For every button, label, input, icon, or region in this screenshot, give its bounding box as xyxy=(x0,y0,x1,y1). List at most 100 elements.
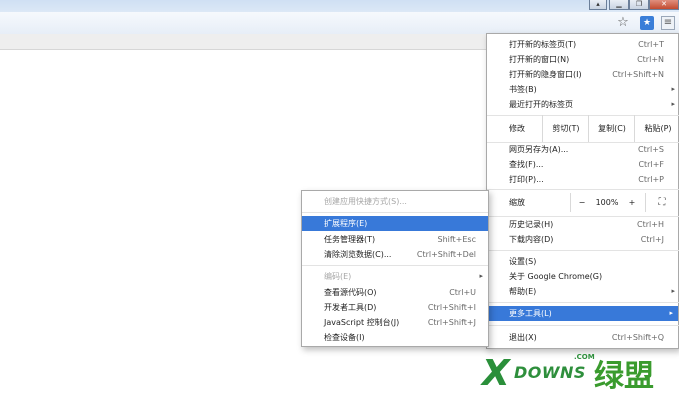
menu-item-label: 书签(B) xyxy=(509,85,537,94)
edit-row: 修改 剪切(T) 复制(C) 粘贴(P) xyxy=(487,115,679,142)
menu-item-label: 网页另存为(A)... xyxy=(509,145,569,154)
watermark-downs: DOWNS xyxy=(514,363,586,382)
extension-icon[interactable]: ★ xyxy=(640,16,654,30)
menu-separator xyxy=(302,265,488,266)
bookmark-star-icon[interactable]: ☆ xyxy=(616,16,630,30)
menu-item-shortcut: Shift+Esc xyxy=(437,235,476,244)
close-button[interactable]: ✕ xyxy=(649,0,679,10)
chrome-menu-button[interactable]: ≡ xyxy=(661,16,675,30)
menu-item-shortcut: Ctrl+F xyxy=(638,160,664,169)
menu-item-label: 下载内容(D) xyxy=(509,235,554,244)
menu-item-shortcut: Ctrl+N xyxy=(637,55,664,64)
watermark-x: X xyxy=(482,353,510,394)
menu-item-shortcut: Ctrl+Shift+Del xyxy=(416,250,476,259)
submenu-item-clear-browsing-data[interactable]: 清除浏览数据(C)... Ctrl+Shift+Del xyxy=(302,247,488,262)
menu-item-more-tools[interactable]: 更多工具(L) ▸ xyxy=(487,306,678,321)
menu-separator xyxy=(487,250,679,251)
title-bar: ▴ ▁ ❐ ✕ xyxy=(0,0,679,12)
site-watermark-logo: X DOWNS .COM 绿盟 xyxy=(478,351,679,400)
chrome-main-menu: 打开新的标签页(T) Ctrl+T 打开新的窗口(N) Ctrl+N 打开新的隐… xyxy=(486,33,679,349)
menu-item-label: 关于 Google Chrome(G) xyxy=(509,272,603,281)
menu-item-label: 检查设备(I) xyxy=(324,333,365,342)
menu-item-downloads[interactable]: 下载内容(D) Ctrl+J xyxy=(487,232,679,247)
submenu-item-javascript-console[interactable]: JavaScript 控制台(J) Ctrl+Shift+J xyxy=(302,315,488,330)
browser-toolbar xyxy=(0,12,679,35)
menu-item-settings[interactable]: 设置(S) xyxy=(487,254,679,269)
menu-item-label: 打开新的标签页(T) xyxy=(509,40,577,49)
user-icon[interactable]: ▴ xyxy=(589,0,607,10)
menu-item-find[interactable]: 查找(F)... Ctrl+F xyxy=(487,157,679,172)
menu-item-new-tab[interactable]: 打开新的标签页(T) Ctrl+T xyxy=(487,37,679,52)
menu-item-label: 扩展程序(E) xyxy=(324,219,368,228)
menu-item-shortcut: Ctrl+H xyxy=(637,220,664,229)
menu-item-new-incognito-window[interactable]: 打开新的隐身窗口(I) Ctrl+Shift+N xyxy=(487,67,679,82)
menu-separator xyxy=(487,302,679,303)
menu-item-label: 打印(P)... xyxy=(509,175,544,184)
edit-label: 修改 xyxy=(509,124,525,133)
menu-item-label: 更多工具(L) xyxy=(509,309,552,318)
watermark-com: .COM xyxy=(574,353,595,361)
menu-item-save-page[interactable]: 网页另存为(A)... Ctrl+S xyxy=(487,142,679,157)
menu-item-about-chrome[interactable]: 关于 Google Chrome(G) xyxy=(487,269,679,284)
submenu-item-view-source[interactable]: 查看源代码(O) Ctrl+U xyxy=(302,285,488,300)
menu-separator xyxy=(302,212,488,213)
menu-item-label: 任务管理器(T) xyxy=(324,235,376,244)
menu-item-label: 打开新的隐身窗口(I) xyxy=(509,70,582,79)
submenu-arrow-icon: ▸ xyxy=(671,287,675,295)
submenu-item-extensions[interactable]: 扩展程序(E) xyxy=(302,216,488,231)
zoom-label: 缩放 xyxy=(509,198,525,207)
menu-item-shortcut: Ctrl+Shift+N xyxy=(612,70,664,79)
paste-button[interactable]: 粘贴(P) xyxy=(634,115,679,142)
menu-item-label: 开发者工具(D) xyxy=(324,303,377,312)
zoom-row: 缩放 − 100% + ⛶ xyxy=(487,189,679,216)
menu-item-label: 退出(X) xyxy=(509,333,537,342)
zoom-out-button[interactable]: − xyxy=(575,189,589,216)
minimize-button[interactable]: ▁ xyxy=(609,0,629,10)
zoom-divider xyxy=(570,193,571,212)
menu-item-label: 查看源代码(O) xyxy=(324,288,377,297)
menu-item-label: 历史记录(H) xyxy=(509,220,554,229)
menu-item-label: JavaScript 控制台(J) xyxy=(324,318,400,327)
submenu-item-encoding[interactable]: 编码(E) ▸ xyxy=(302,269,488,284)
submenu-item-developer-tools[interactable]: 开发者工具(D) Ctrl+Shift+I xyxy=(302,300,488,315)
menu-item-shortcut: Ctrl+S xyxy=(637,145,664,154)
submenu-item-create-shortcut: 创建应用快捷方式(S)... xyxy=(302,194,488,209)
menu-item-label: 打开新的窗口(N) xyxy=(509,55,570,64)
menu-item-label: 编码(E) xyxy=(324,272,352,281)
submenu-arrow-icon: ▸ xyxy=(669,309,673,317)
cut-button[interactable]: 剪切(T) xyxy=(542,115,589,142)
menu-item-label: 查找(F)... xyxy=(509,160,544,169)
menu-item-label: 最近打开的标签页 xyxy=(509,100,573,109)
copy-button[interactable]: 复制(C) xyxy=(588,115,635,142)
menu-item-label: 设置(S) xyxy=(509,257,537,266)
menu-item-history[interactable]: 历史记录(H) Ctrl+H xyxy=(487,217,679,232)
zoom-value: 100% xyxy=(595,198,619,207)
menu-item-shortcut: Ctrl+J xyxy=(640,235,664,244)
zoom-divider xyxy=(645,193,646,212)
submenu-arrow-icon: ▸ xyxy=(479,272,483,280)
menu-item-shortcut: Ctrl+Shift+I xyxy=(427,303,476,312)
submenu-item-inspect-devices[interactable]: 检查设备(I) xyxy=(302,330,488,345)
menu-item-shortcut: Ctrl+U xyxy=(449,288,476,297)
menu-item-help[interactable]: 帮助(E) ▸ xyxy=(487,284,679,299)
menu-item-label: 创建应用快捷方式(S)... xyxy=(324,197,407,206)
menu-item-shortcut: Ctrl+P xyxy=(638,175,664,184)
more-tools-submenu: 创建应用快捷方式(S)... 扩展程序(E) 任务管理器(T) Shift+Es… xyxy=(301,190,489,347)
menu-item-shortcut: Ctrl+Shift+J xyxy=(427,318,476,327)
menu-item-label: 清除浏览数据(C)... xyxy=(324,250,392,259)
watermark-chinese: 绿盟 xyxy=(594,359,654,394)
menu-item-bookmarks[interactable]: 书签(B) ▸ xyxy=(487,82,679,97)
menu-item-recent-tabs[interactable]: 最近打开的标签页 ▸ xyxy=(487,97,679,112)
menu-item-shortcut: Ctrl+T xyxy=(638,40,664,49)
menu-item-exit[interactable]: 退出(X) Ctrl+Shift+Q xyxy=(487,330,679,345)
fullscreen-icon[interactable]: ⛶ xyxy=(653,189,671,216)
menu-item-print[interactable]: 打印(P)... Ctrl+P xyxy=(487,172,679,187)
submenu-item-task-manager[interactable]: 任务管理器(T) Shift+Esc xyxy=(302,232,488,247)
submenu-arrow-icon: ▸ xyxy=(671,85,675,93)
menu-item-label: 帮助(E) xyxy=(509,287,537,296)
menu-item-shortcut: Ctrl+Shift+Q xyxy=(611,333,664,342)
menu-item-new-window[interactable]: 打开新的窗口(N) Ctrl+N xyxy=(487,52,679,67)
submenu-arrow-icon: ▸ xyxy=(671,100,675,108)
restore-button[interactable]: ❐ xyxy=(629,0,649,10)
zoom-in-button[interactable]: + xyxy=(625,189,639,216)
